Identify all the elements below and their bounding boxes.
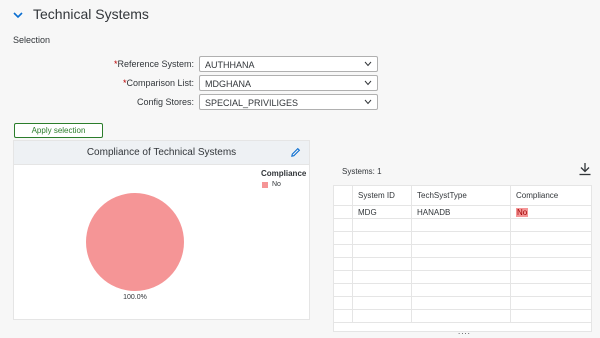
empty-table-row <box>334 219 591 232</box>
chart-title: Compliance of Technical Systems <box>86 147 237 158</box>
reference-system-label-text: Reference System: <box>117 59 194 69</box>
pie-chart[interactable] <box>84 191 186 293</box>
section-title: Technical Systems <box>33 6 149 22</box>
empty-table-row <box>334 232 591 245</box>
systems-count: Systems: 1 <box>342 167 382 176</box>
empty-cell <box>353 271 412 283</box>
legend-item-no[interactable]: No <box>262 181 281 188</box>
empty-table-row <box>334 310 591 323</box>
chevron-down-icon <box>364 80 372 86</box>
pie-slice-no[interactable] <box>86 193 184 291</box>
empty-cell <box>511 245 591 257</box>
config-stores-label: Config Stores: <box>136 97 194 107</box>
selection-label: Selection <box>13 35 51 45</box>
compliance-chart-card: Compliance of Technical Systems Complian… <box>13 140 310 320</box>
chevron-down-icon[interactable] <box>12 9 24 21</box>
table-header-row: System ID TechSystType Compliance <box>334 186 591 206</box>
empty-cell <box>353 284 412 296</box>
empty-cell <box>353 310 412 322</box>
empty-cell <box>353 258 412 270</box>
empty-cell <box>511 271 591 283</box>
empty-cell <box>334 245 353 257</box>
empty-cell <box>334 310 353 322</box>
table-row[interactable]: MDG HANADB No <box>334 206 591 219</box>
empty-table-row <box>334 245 591 258</box>
empty-cell <box>511 284 591 296</box>
legend-label: No <box>272 181 281 188</box>
empty-cell <box>334 258 353 270</box>
config-stores-value: SPECIAL_PRIVILIGES <box>205 98 299 108</box>
comparison-list-label-text: Comparison List: <box>126 78 194 88</box>
techsysttype-cell: HANADB <box>412 206 511 218</box>
empty-cell <box>353 219 412 231</box>
empty-cell <box>334 232 353 244</box>
empty-cell <box>511 258 591 270</box>
empty-cell <box>353 232 412 244</box>
more-indicator[interactable]: .... <box>458 327 471 336</box>
comparison-list-row: *Comparison List: MDGHANA <box>0 75 600 92</box>
empty-table-row <box>334 258 591 271</box>
chevron-down-icon <box>364 61 372 67</box>
legend-title: Compliance <box>261 169 307 178</box>
column-header-compliance[interactable]: Compliance <box>511 186 591 205</box>
systems-table: System ID TechSystType Compliance MDG HA… <box>333 185 592 332</box>
reference-system-select[interactable]: AUTHHANA <box>199 56 378 72</box>
empty-cell <box>353 245 412 257</box>
empty-cell <box>412 284 511 296</box>
empty-cell <box>511 297 591 309</box>
empty-cell <box>412 310 511 322</box>
reference-system-value: AUTHHANA <box>205 60 255 70</box>
empty-cell <box>412 245 511 257</box>
comparison-list-label: *Comparison List: <box>123 78 194 88</box>
pie-data-label: 100.0% <box>123 294 147 301</box>
selector-header-cell <box>334 186 353 205</box>
column-header-system-id[interactable]: System ID <box>353 186 412 205</box>
empty-cell <box>511 219 591 231</box>
apply-selection-button[interactable]: Apply selection <box>14 123 103 138</box>
compliance-cell: No <box>511 206 591 218</box>
empty-cell <box>334 219 353 231</box>
pencil-icon[interactable] <box>290 147 301 158</box>
empty-cell <box>412 258 511 270</box>
column-header-techsysttype[interactable]: TechSystType <box>412 186 511 205</box>
empty-cell <box>334 271 353 283</box>
reference-system-label: *Reference System: <box>114 59 194 69</box>
empty-table-row <box>334 271 591 284</box>
empty-table-row <box>334 284 591 297</box>
empty-cell <box>334 297 353 309</box>
row-selector[interactable] <box>334 206 353 218</box>
config-stores-row: Config Stores: SPECIAL_PRIVILIGES <box>0 94 600 111</box>
legend-swatch <box>262 181 268 188</box>
empty-cell <box>511 310 591 322</box>
empty-cell <box>412 219 511 231</box>
empty-cell <box>353 297 412 309</box>
chart-header: Compliance of Technical Systems <box>14 141 309 165</box>
system-id-cell: MDG <box>353 206 412 218</box>
compliance-status-badge: No <box>516 208 529 217</box>
comparison-list-select[interactable]: MDGHANA <box>199 75 378 91</box>
empty-cell <box>334 284 353 296</box>
download-icon[interactable] <box>578 162 592 176</box>
chevron-down-icon <box>364 99 372 105</box>
empty-cell <box>511 232 591 244</box>
section-header[interactable]: Technical Systems <box>0 0 600 30</box>
empty-cell <box>412 271 511 283</box>
empty-cell <box>412 297 511 309</box>
empty-table-row <box>334 297 591 310</box>
reference-system-row: *Reference System: AUTHHANA <box>0 56 600 73</box>
comparison-list-value: MDGHANA <box>205 79 252 89</box>
config-stores-select[interactable]: SPECIAL_PRIVILIGES <box>199 94 378 110</box>
empty-cell <box>412 232 511 244</box>
